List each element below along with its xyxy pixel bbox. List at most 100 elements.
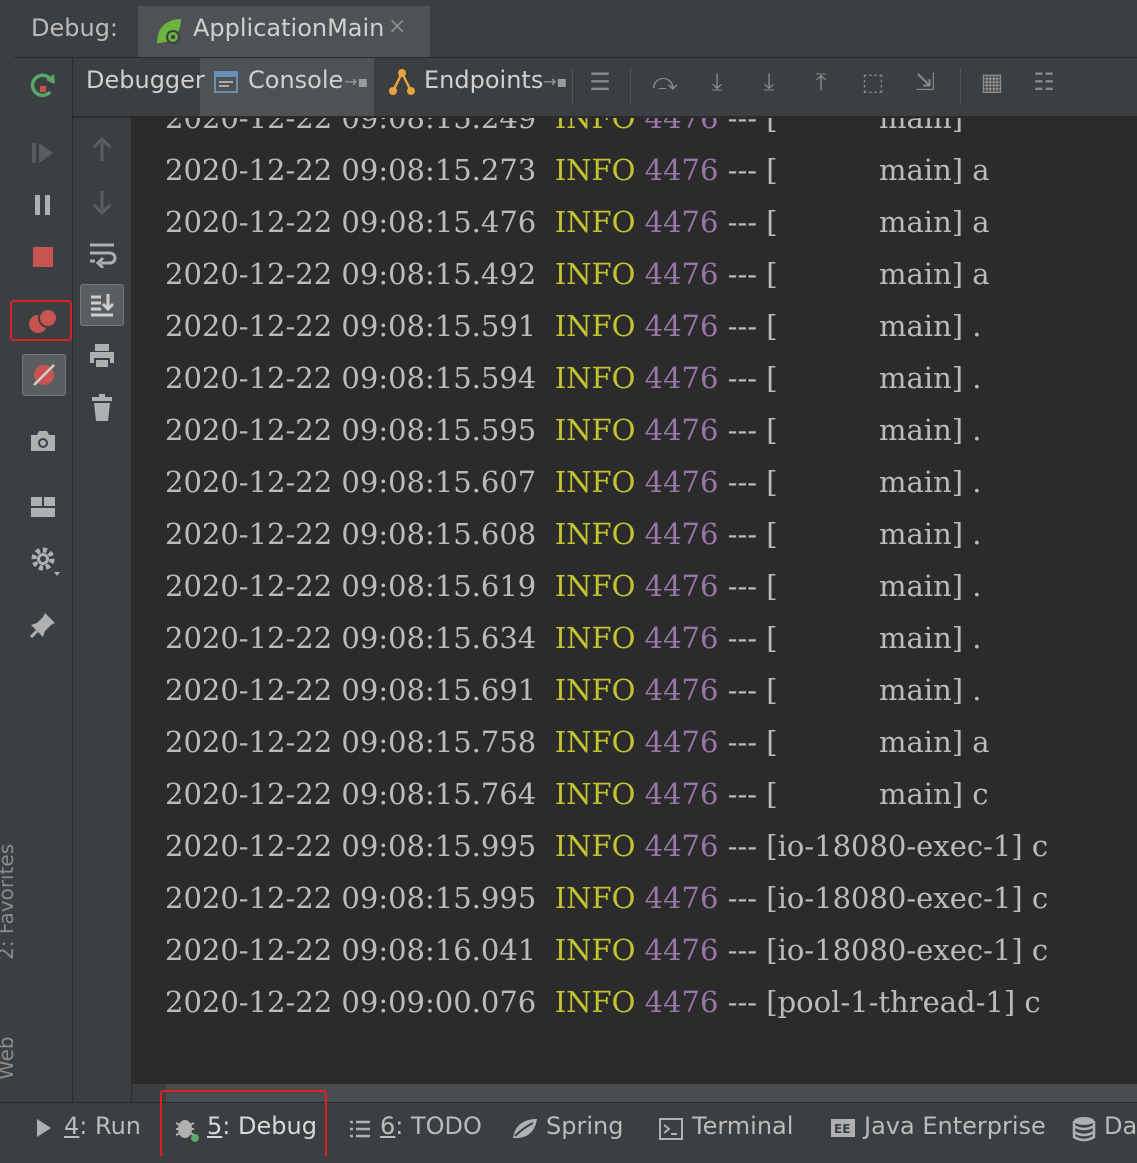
log-pid: 4476 [644, 569, 719, 603]
log-message: --- [ main] . [727, 309, 982, 343]
log-timestamp: 2020-12-22 09:08:15.273 [165, 153, 537, 187]
up-arrow-icon[interactable] [86, 134, 118, 166]
log-message: --- [pool-1-thread-1] c [727, 985, 1041, 1019]
show-execution-point-icon[interactable]: ⤼ [648, 65, 682, 99]
evaluate-expression-icon[interactable]: ▦ [975, 65, 1009, 99]
log-timestamp: 2020-12-22 09:08:15.758 [165, 725, 537, 759]
bottom-tab-java-enterprise[interactable]: Java Enterprise [864, 1112, 1046, 1140]
log-level: INFO [554, 413, 636, 447]
step-over-icon[interactable]: ⤓ [700, 65, 734, 99]
pause-program-icon[interactable] [26, 188, 60, 222]
log-pid: 4476 [644, 517, 719, 551]
log-message: --- [ main] a [727, 153, 990, 187]
log-line: 2020-12-22 09:08:15.764 INFO 4476 --- [ … [165, 768, 989, 820]
tab-endpoints[interactable]: Endpoints [424, 66, 543, 94]
log-line: 2020-12-22 09:08:15.619 INFO 4476 --- [ … [165, 560, 982, 612]
log-level: INFO [554, 257, 636, 291]
trace-current-stream-icon[interactable]: ☷ [1027, 65, 1061, 99]
step-out-icon[interactable]: ⤒ [804, 65, 838, 99]
run-to-cursor-icon[interactable]: ⇲ [908, 65, 942, 99]
bug-icon [172, 1114, 202, 1144]
log-line: 2020-12-22 09:08:15.758 INFO 4476 --- [ … [165, 716, 990, 768]
log-line: 2020-12-22 09:08:15.634 INFO 4476 --- [ … [165, 612, 982, 664]
bottom-tab-run[interactable]: 4: Run [64, 1112, 141, 1140]
todo-list-icon [348, 1117, 372, 1141]
camera-icon[interactable] [26, 424, 60, 458]
toolbar-separator [630, 68, 631, 104]
soft-wrap-icon[interactable] [86, 238, 118, 270]
log-pid: 4476 [644, 829, 719, 863]
log-message: --- [ main] c [727, 777, 989, 811]
log-timestamp: 2020-12-22 09:08:15.591 [165, 309, 537, 343]
scroll-to-end-icon[interactable] [80, 284, 124, 326]
log-timestamp: 2020-12-22 09:08:15.492 [165, 257, 537, 291]
tab-debugger[interactable]: Debugger [86, 66, 205, 94]
log-level: INFO [554, 465, 636, 499]
restore-layout-icon[interactable]: ☰ [583, 65, 617, 99]
toolbar-separator [960, 68, 961, 104]
log-timestamp: 2020-12-22 09:08:15.608 [165, 517, 537, 551]
log-message: --- [ main] . [727, 413, 982, 447]
log-line: 2020-12-22 09:08:16.041 INFO 4476 --- [i… [165, 924, 1048, 976]
favorites-side-tab[interactable]: 2: Favorites [0, 844, 18, 960]
trash-icon[interactable] [86, 392, 118, 424]
log-timestamp: 2020-12-22 09:08:15.607 [165, 465, 537, 499]
log-level: INFO [554, 933, 636, 967]
pin-arrow-icon[interactable]: →▪ [344, 72, 368, 91]
down-arrow-icon[interactable] [86, 186, 118, 218]
log-line: 2020-12-22 09:08:15.595 INFO 4476 --- [ … [165, 404, 982, 456]
resume-program-icon[interactable] [26, 136, 60, 170]
run-icon [34, 1117, 54, 1139]
log-pid: 4476 [644, 621, 719, 655]
log-pid: 4476 [644, 933, 719, 967]
drop-frame-icon[interactable]: ⬚ [856, 65, 890, 99]
console-output[interactable]: 2020-12-22 09:08:15.249 INFO 4476 --- [ … [132, 118, 1137, 1084]
pin-arrow-icon[interactable]: →▪ [543, 72, 567, 91]
log-line: 2020-12-22 09:08:15.691 INFO 4476 --- [ … [165, 664, 982, 716]
view-breakpoints-icon[interactable] [26, 304, 60, 338]
bottom-tab-debug[interactable]: 5: Debug [207, 1112, 317, 1140]
layout-icon[interactable] [26, 490, 60, 524]
step-into-icon[interactable]: ⤓ [752, 65, 786, 99]
log-level: INFO [554, 517, 636, 551]
log-level: INFO [554, 621, 636, 655]
print-icon[interactable] [86, 340, 118, 372]
log-message: --- [ main] . [727, 361, 982, 395]
log-level: INFO [554, 569, 636, 603]
endpoints-icon [386, 66, 418, 98]
tab-console[interactable]: Console [248, 66, 343, 94]
log-timestamp: 2020-12-22 09:08:15.634 [165, 621, 537, 655]
mute-breakpoints-icon[interactable] [22, 354, 66, 396]
log-timestamp: 2020-12-22 09:08:15.995 [165, 881, 537, 915]
log-pid: 4476 [644, 725, 719, 759]
log-line: 2020-12-22 09:08:15.995 INFO 4476 --- [i… [165, 872, 1048, 924]
bottom-tab-spring[interactable]: Spring [546, 1112, 623, 1140]
log-level: INFO [554, 725, 636, 759]
log-line: 2020-12-22 09:08:15.607 INFO 4476 --- [ … [165, 456, 982, 508]
svg-text:EE: EE [834, 1122, 850, 1136]
web-side-tab[interactable]: Web [0, 1036, 18, 1080]
log-pid: 4476 [644, 985, 719, 1019]
log-timestamp: 2020-12-22 09:08:15.595 [165, 413, 537, 447]
log-message: --- [ main] a [727, 725, 990, 759]
bottom-tab-database[interactable]: Dat [1104, 1112, 1137, 1140]
log-timestamp: 2020-12-22 09:08:15.764 [165, 777, 537, 811]
stop-icon[interactable] [26, 240, 60, 274]
spring-leaf-icon [510, 1114, 540, 1144]
bottom-tab-terminal[interactable]: Terminal [692, 1112, 793, 1140]
terminal-icon [658, 1116, 684, 1142]
rerun-icon[interactable] [26, 68, 60, 102]
settings-gear-icon[interactable] [26, 542, 64, 580]
close-icon[interactable]: × [388, 14, 406, 39]
debug-panel-label: Debug: [31, 14, 119, 42]
log-level: INFO [554, 829, 636, 863]
bottom-tab-todo[interactable]: 6: TODO [380, 1112, 482, 1140]
log-pid: 4476 [644, 673, 719, 707]
console-icon [212, 68, 240, 96]
log-pid: 4476 [644, 257, 719, 291]
log-line: 2020-12-22 09:09:00.076 INFO 4476 --- [p… [165, 976, 1041, 1028]
log-level: INFO [554, 881, 636, 915]
log-pid: 4476 [644, 309, 719, 343]
spring-app-icon [152, 14, 186, 48]
pin-tab-icon[interactable] [26, 608, 60, 642]
